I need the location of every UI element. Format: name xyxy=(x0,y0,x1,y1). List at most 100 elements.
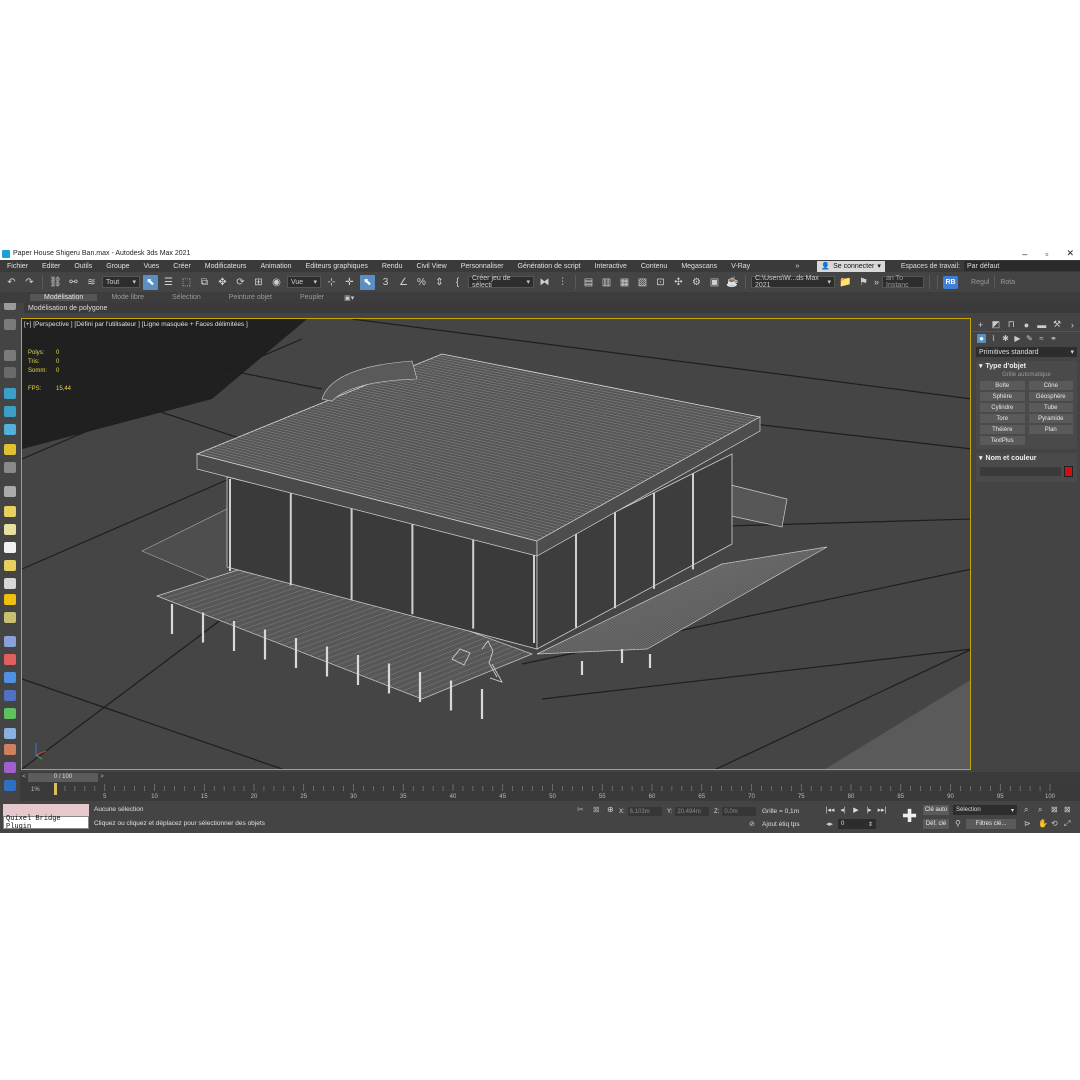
shapes-icon[interactable]: ⌇ xyxy=(989,334,998,343)
window-crossing-icon[interactable]: ⧉ xyxy=(197,275,212,290)
previous-frame-icon[interactable]: ◂| xyxy=(838,805,848,814)
slider-prev-icon[interactable]: < xyxy=(20,773,28,782)
workspace-select[interactable]: Par défaut xyxy=(964,261,1080,271)
object-color-swatch[interactable] xyxy=(1064,466,1073,477)
plane-side-icon[interactable] xyxy=(4,560,16,571)
rendered-frame-window-icon[interactable]: ▣ xyxy=(707,275,722,290)
select-by-name-icon[interactable]: ☰ xyxy=(161,275,176,290)
utilities-tab-icon[interactable]: ⚒ xyxy=(1052,319,1062,330)
current-frame-field[interactable]: 0 ⇕ xyxy=(838,819,876,829)
panel-overflow-icon[interactable]: › xyxy=(1067,320,1077,330)
cone-button[interactable]: Cône xyxy=(1028,381,1073,390)
pan-icon[interactable]: ✋ xyxy=(1038,819,1048,828)
key-filter-icon[interactable]: ⚲ xyxy=(955,819,961,828)
maxscript-input[interactable]: Quixel Bridge Plugin xyxy=(3,815,89,831)
display-tab-icon[interactable]: ▬ xyxy=(1037,320,1047,330)
redo-icon[interactable]: ↷ xyxy=(22,275,37,290)
absolute-mode-icon[interactable]: ⊕ xyxy=(607,805,614,814)
select-object-icon[interactable]: ⬉ xyxy=(143,274,158,290)
material-editor-icon[interactable]: ✣ xyxy=(671,275,686,290)
place-icon[interactable]: ◉ xyxy=(269,275,284,290)
object-name-input[interactable] xyxy=(980,467,1061,476)
project-folder-icon[interactable]: 📁 xyxy=(838,275,853,290)
zoom-extents-icon[interactable]: ⊠ xyxy=(1051,805,1058,814)
snap-3d-icon[interactable]: 3 xyxy=(378,275,393,290)
torus-button[interactable]: Tore xyxy=(980,414,1025,423)
menu-personnaliser[interactable]: Personnaliser xyxy=(454,263,511,270)
menu-overflow-icon[interactable]: » xyxy=(795,263,799,270)
z-value[interactable]: 0,0m xyxy=(722,807,757,816)
modify-tab-icon[interactable]: ◩ xyxy=(991,319,1001,330)
plane-button[interactable]: Plan xyxy=(1028,425,1073,434)
motion-tab-icon[interactable]: ● xyxy=(1021,320,1031,330)
box-button[interactable]: Boîte xyxy=(980,381,1025,390)
add-time-tag[interactable]: Ajout étiq tps xyxy=(762,821,800,828)
frame-side-icon[interactable] xyxy=(4,780,16,791)
user-badge[interactable]: RB xyxy=(943,275,959,289)
menu-fichier[interactable]: Fichier xyxy=(0,263,35,270)
curve-editor-icon[interactable]: ▧ xyxy=(635,275,650,290)
menu-vray[interactable]: V-Ray xyxy=(724,263,757,270)
menu-modificateurs[interactable]: Modificateurs xyxy=(198,263,254,270)
menu-vues[interactable]: Vues xyxy=(137,263,167,270)
instance-field[interactable]: an To Instanc xyxy=(882,275,925,289)
textplus-button[interactable]: TextPlus xyxy=(980,436,1025,445)
tube-button[interactable]: Tube xyxy=(1028,403,1073,412)
menu-rendu[interactable]: Rendu xyxy=(375,263,410,270)
systems-icon[interactable]: ⚭ xyxy=(1049,334,1058,343)
select-side-icon[interactable] xyxy=(4,319,16,330)
select-scale-icon[interactable]: ⊞ xyxy=(251,275,266,290)
rectangular-selection-icon[interactable]: ⬚ xyxy=(179,275,194,290)
maximize-viewport-icon[interactable]: ⤢ xyxy=(1064,819,1070,829)
ribbon-tab-modelisation[interactable]: Modélisation xyxy=(30,294,98,301)
helpers-icon[interactable]: ✎ xyxy=(1025,334,1034,343)
align-icon[interactable]: ⫶ xyxy=(555,275,570,290)
schematic-view-icon[interactable]: ⊡ xyxy=(653,275,668,290)
ribbon-tab-mode-libre[interactable]: Mode libre xyxy=(97,294,158,301)
restore-button[interactable]: ▫ xyxy=(1045,249,1048,259)
menu-civil-view[interactable]: Civil View xyxy=(409,263,453,270)
unlink-icon[interactable]: ⚯ xyxy=(66,275,81,290)
ribbon-options-icon[interactable]: ▣▾ xyxy=(344,294,354,302)
rotate-label[interactable]: Rota xyxy=(1000,279,1015,286)
selection-filter-select[interactable]: Tout ▾ xyxy=(102,276,140,288)
track-bar[interactable]: 5 10 15 20 25 30 35 40 45 50 55 60 65 70 75 80 85 90 95 100… xyxy=(20,782,1080,801)
geometry-icon[interactable]: ● xyxy=(977,334,986,343)
named-selection-set-select[interactable]: Créer jeu de sélecti ▾ xyxy=(468,275,534,289)
link-icon[interactable]: ⛓ xyxy=(48,275,63,290)
menu-outils[interactable]: Outils xyxy=(67,263,99,270)
toggle-ribbon-icon[interactable]: ▦ xyxy=(617,275,632,290)
vray-side-icon[interactable] xyxy=(4,762,16,773)
ribbon-tab-peupler[interactable]: Peupler xyxy=(286,294,338,301)
filter-side-icon[interactable] xyxy=(4,367,16,378)
geosphere-button[interactable]: Géosphère xyxy=(1028,392,1073,401)
regul-label[interactable]: Regul xyxy=(971,279,989,286)
viewport-label[interactable]: [+] [Perspective ] [Défini par l'utilisa… xyxy=(24,321,248,328)
select-rotate-icon[interactable]: ⟳ xyxy=(233,275,248,290)
camera-side-icon[interactable] xyxy=(4,462,16,473)
globe-side-icon[interactable] xyxy=(4,690,16,701)
freeze-side-icon[interactable] xyxy=(4,388,16,399)
angle-snap-icon[interactable]: ∠ xyxy=(396,275,411,290)
slider-next-icon[interactable]: > xyxy=(98,773,106,782)
menu-animation[interactable]: Animation xyxy=(253,263,298,270)
space-warps-icon[interactable]: ≈ xyxy=(1037,334,1046,343)
dome-side-icon[interactable] xyxy=(4,612,16,623)
ribbon-subpanel-label[interactable]: Modélisation de polygone xyxy=(28,305,107,312)
go-to-start-icon[interactable]: |◂◂ xyxy=(825,805,835,814)
key-filters-button[interactable]: Filtres clé... xyxy=(966,819,1016,829)
menu-generation-script[interactable]: Génération de script xyxy=(511,263,588,270)
menu-megascans[interactable]: Megascans xyxy=(674,263,724,270)
sign-in-button[interactable]: 👤 Se connecter ▾ xyxy=(817,260,885,272)
x-value[interactable]: 6,103m xyxy=(627,807,662,816)
menu-editeurs-graphiques[interactable]: Editeurs graphiques xyxy=(299,263,375,270)
time-slider-thumb[interactable]: 0 / 100 xyxy=(28,772,98,782)
name-color-header[interactable]: ▾ Nom et couleur xyxy=(976,453,1077,463)
cameras-icon[interactable]: ▶ xyxy=(1013,334,1022,343)
go-to-end-icon[interactable]: ▸▸| xyxy=(877,805,887,814)
sphere-side-icon[interactable] xyxy=(4,524,16,535)
zoom-all-icon[interactable]: ⌕ xyxy=(1038,805,1042,815)
orbit-icon[interactable]: ⟲ xyxy=(1051,819,1058,828)
select-move-icon[interactable]: ✥ xyxy=(215,275,230,290)
teapot-button[interactable]: Théière xyxy=(980,425,1025,434)
